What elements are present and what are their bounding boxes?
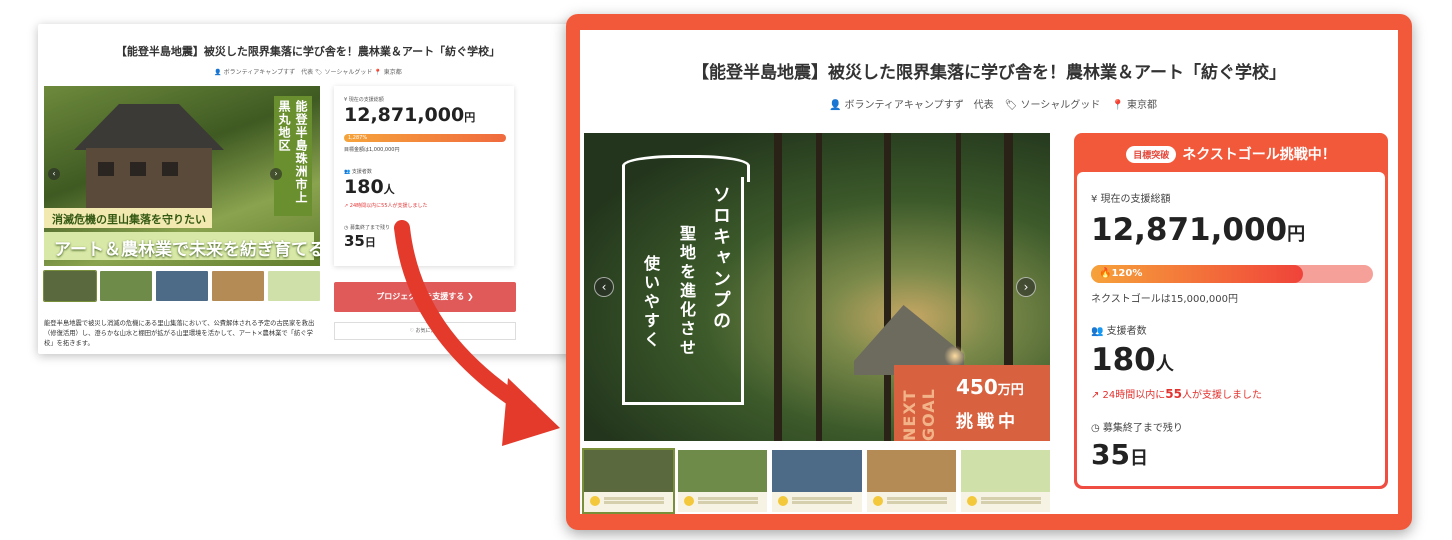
after-thumbnail-strip (581, 448, 1051, 514)
before-next-arrow-icon[interactable]: › (270, 168, 282, 180)
before-hero-image: 能登半島珠洲市上黒丸地区 消滅危機の里山集落を守りたい アート＆農林業で未来を紡… (44, 86, 320, 266)
backers-label: 👥 支援者数 (1091, 326, 1147, 337)
before-hero-band2: アート＆農林業で未来を紡ぎ育てる (44, 232, 320, 260)
next-goal-label: NEXT GOAL (900, 388, 938, 441)
before-prev-arrow-icon[interactable]: ‹ (48, 168, 60, 180)
farmhouse-illustration (74, 104, 224, 222)
next-goal-header-text: ネクストゴール挑戦中！ (1182, 147, 1336, 163)
before-thumbnail[interactable] (100, 271, 152, 301)
before-thumbnail-strip (43, 270, 320, 302)
before-progress-bar: 1,287% (344, 134, 506, 142)
before-remaining-days: 35日 (344, 232, 376, 250)
after-thumbnail[interactable] (581, 448, 676, 514)
before-recent-backers: ↗ 24時間以内に55人が支援しました (344, 203, 428, 209)
after-thumbnail[interactable] (866, 450, 956, 512)
raised-amount: 12,871,000円 (1091, 212, 1306, 248)
before-stats-panel: ¥ 現在の支援総額 12,871,000円 1,287% 目標金額は1,000,… (334, 86, 514, 266)
before-backers-label: 👥 支援者数 (344, 169, 372, 175)
after-thumbnail[interactable] (960, 450, 1051, 512)
before-raised-label: ¥ 現在の支援総額 (344, 97, 384, 103)
after-screen-frame: 【能登半島地震】被災した限界集落に学び舎を！農林業＆アート「紡ぐ学校」 👤 ボラン… (566, 14, 1412, 530)
raised-label: ¥ 現在の支援総額 (1091, 194, 1171, 205)
progress-percent: 🔥120% (1099, 268, 1143, 279)
before-thumbnail[interactable] (212, 271, 264, 301)
after-page-title: 【能登半島地震】被災した限界集落に学び舎を！農林業＆アート「紡ぐ学校」 (692, 63, 1286, 83)
stats-body: ¥ 現在の支援総額 12,871,000円 🔥120% ネクストゴールは15,0… (1077, 172, 1385, 486)
remaining-label: ◷ 募集終了まで残り (1091, 423, 1183, 434)
before-raised-amount: 12,871,000円 (344, 104, 476, 126)
remaining-days: 35日 (1091, 438, 1148, 471)
comparison-stage: 【能登半島地震】被災した限界集落に学び舎を！農林業＆アート「紡ぐ学校」 👤 ボラ… (0, 0, 1452, 540)
before-backers-count: 180人 (344, 176, 395, 198)
next-goal-amount: 450万円 (956, 375, 1024, 399)
backers-count: 180人 (1091, 342, 1174, 378)
owner-link[interactable]: ボランティアキャンプすず 代表 (845, 100, 994, 111)
location-pin-icon: 📍 (1111, 100, 1124, 111)
before-project-page: 【能登半島地震】被災した限界集落に学び舎を！農林業＆アート「紡ぐ学校」 👤 ボラ… (38, 24, 578, 354)
before-thumbnail[interactable] (43, 270, 97, 302)
before-thumbnail[interactable] (268, 271, 320, 301)
before-favorite-button[interactable]: ♡ お気に入り (334, 322, 516, 340)
progress-bar: 🔥120% (1091, 265, 1373, 283)
before-hero-vertical-text: 能登半島珠洲市上黒丸地区 (274, 96, 312, 216)
next-goal-challenge: 挑戦中 (956, 412, 1019, 432)
before-remaining-label: ◷ 募集終了まで残り (344, 225, 390, 231)
after-thumbnail[interactable] (772, 450, 862, 512)
hero-sign-text-1: ソロキャンプの (710, 185, 731, 332)
after-project-page: 【能登半島地震】被災した限界集落に学び舎を！農林業＆アート「紡ぐ学校」 👤 ボラン… (580, 30, 1398, 514)
after-next-arrow-icon[interactable]: › (1016, 277, 1036, 297)
hero-sign: ソロキャンプの 聖地を進化させ 使いやすく (622, 155, 750, 405)
after-project-meta: 👤 ボランティアキャンプすず 代表 🏷 ソーシャルグッド 📍 東京都 (580, 96, 1398, 111)
tag-icon: 🏷 (1004, 100, 1018, 111)
hero-sign-text-3: 使いやすく (641, 255, 660, 350)
before-project-meta: 👤 ボランティアキャンプすず 代表 🏷 ソーシャルグッド 📍 東京都 (214, 69, 402, 76)
before-support-button[interactable]: プロジェクトを支援する ❯ (334, 282, 516, 312)
after-prev-arrow-icon[interactable]: ‹ (594, 277, 614, 297)
after-thumbnail[interactable] (678, 450, 768, 512)
before-thumbnail[interactable] (156, 271, 208, 301)
location-link[interactable]: 東京都 (1127, 100, 1157, 111)
person-icon: 👤 (829, 100, 842, 111)
goal-achieved-pill: 目標突破 (1126, 145, 1177, 163)
before-goal-text: 目標金額は1,000,000円 (344, 147, 400, 153)
before-page-title: 【能登半島地震】被災した限界集落に学び舎を！農林業＆アート「紡ぐ学校」 (115, 45, 501, 58)
before-hero-band1: 消滅危機の里山集落を守りたい (44, 208, 212, 228)
after-stats-panel: 目標突破 ネクストゴール挑戦中！ ¥ 現在の支援総額 12,871,000円 🔥… (1074, 133, 1388, 489)
category-link[interactable]: ソーシャルグッド (1021, 100, 1101, 111)
hero-sign-text-2: 聖地を進化させ (677, 225, 696, 358)
after-hero-image: ソロキャンプの 聖地を進化させ 使いやすく NEXT GOAL 450万円 挑戦… (584, 133, 1050, 441)
next-goal-text: ネクストゴールは15,000,000円 (1091, 294, 1238, 305)
next-goal-header: 目標突破 ネクストゴール挑戦中！ (1077, 136, 1385, 172)
recent-backers: ↗ 24時間以内に55人が支援しました (1091, 387, 1262, 401)
next-goal-badge: NEXT GOAL 450万円 挑戦中 (894, 365, 1050, 441)
before-description: 能登半島地震で被災し消滅の危機にある里山集落において、公費解体される予定の古民家… (44, 320, 315, 347)
